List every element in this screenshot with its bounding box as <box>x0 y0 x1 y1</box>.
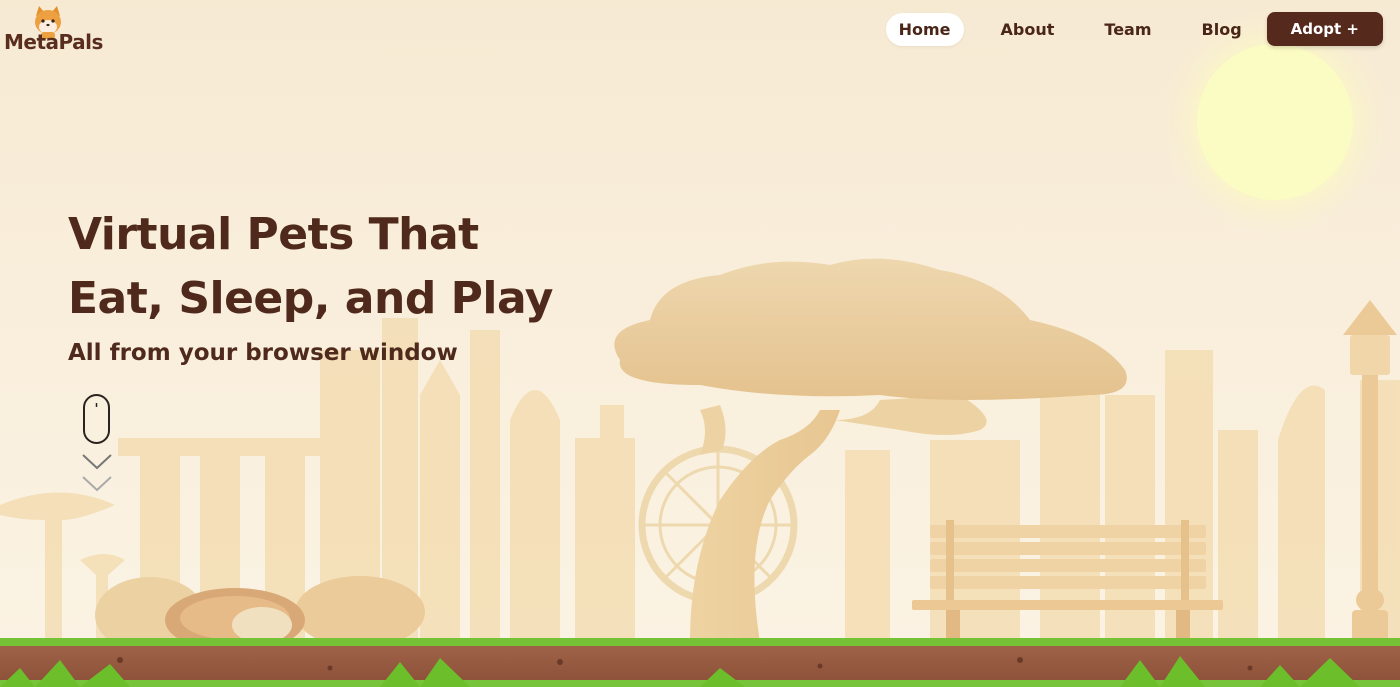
nav-about[interactable]: About <box>988 13 1068 46</box>
hero-subtitle: All from your browser window <box>68 340 458 366</box>
hero-title-line2: Eat, Sleep, and Play <box>68 273 553 324</box>
nav-blog[interactable]: Blog <box>1189 13 1255 46</box>
chevron-down-icon <box>82 476 112 492</box>
chevron-down-icon <box>82 454 112 470</box>
mouse-scroll-icon <box>83 394 110 444</box>
ground <box>0 638 1400 687</box>
hero-title: Virtual Pets That Eat, Sleep, and Play <box>68 203 553 331</box>
adopt-button[interactable]: Adopt + <box>1266 12 1383 46</box>
nav-home[interactable]: Home <box>885 12 964 46</box>
scroll-down-indicator[interactable] <box>80 393 116 495</box>
brand-logo[interactable]: MetaPals <box>4 4 114 54</box>
main-navigation: Home About Team Blog Adopt + <box>885 12 1383 46</box>
brand-name: MetaPals <box>4 30 103 54</box>
nav-team[interactable]: Team <box>1091 13 1164 46</box>
hero-title-line1: Virtual Pets That <box>68 209 479 260</box>
